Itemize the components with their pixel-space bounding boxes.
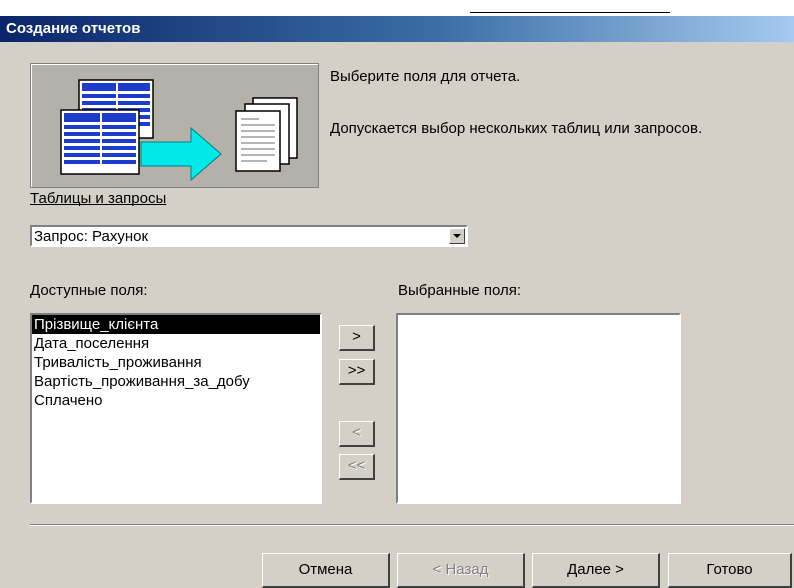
available-fields-list[interactable]: Прізвище_клієнта Дата_поселення Триваліс…	[30, 313, 322, 504]
list-item[interactable]: Сплачено	[32, 391, 320, 410]
tables-queries-combobox[interactable]: Запрос: Рахунок	[30, 225, 468, 247]
list-item[interactable]: Тривалість_проживання	[32, 353, 320, 372]
selected-fields-list[interactable]	[396, 313, 681, 504]
combobox-value: Запрос: Рахунок	[34, 228, 149, 245]
chevron-down-icon	[453, 234, 461, 238]
add-field-button[interactable]: >	[339, 325, 375, 351]
report-wizard-dialog: Создание отчетов Выберите поля для отчет…	[0, 16, 794, 588]
dropdown-button[interactable]	[449, 228, 465, 244]
wizard-illustration	[30, 63, 319, 188]
cancel-button[interactable]: Отмена	[262, 553, 390, 588]
tables-to-report-icon	[60, 79, 298, 182]
add-all-fields-button[interactable]: >>	[339, 359, 375, 385]
title-bar[interactable]: Создание отчетов	[0, 16, 794, 42]
tables-queries-label: Таблицы и запросы	[30, 190, 167, 207]
selected-fields-label: Выбранные поля:	[398, 282, 522, 299]
finish-button[interactable]: Готово	[668, 553, 792, 588]
remove-all-fields-button[interactable]: <<	[339, 454, 375, 480]
remove-field-button[interactable]: <	[339, 421, 375, 447]
instruction-text: Выберите поля для отчета.	[330, 68, 521, 85]
footer-separator	[30, 524, 794, 526]
window-title: Создание отчетов	[6, 20, 141, 37]
back-button[interactable]: < Назад	[397, 553, 525, 588]
next-button[interactable]: Далее >	[532, 553, 660, 588]
list-item[interactable]: Вартість_проживання_за_добу	[32, 372, 320, 391]
available-fields-label: Доступные поля:	[30, 282, 148, 299]
list-item[interactable]: Прізвище_клієнта	[32, 315, 320, 334]
instruction-subtext: Допускается выбор нескольких таблиц или …	[330, 120, 703, 137]
document-text-strip	[0, 0, 794, 16]
list-item[interactable]: Дата_поселення	[32, 334, 320, 353]
